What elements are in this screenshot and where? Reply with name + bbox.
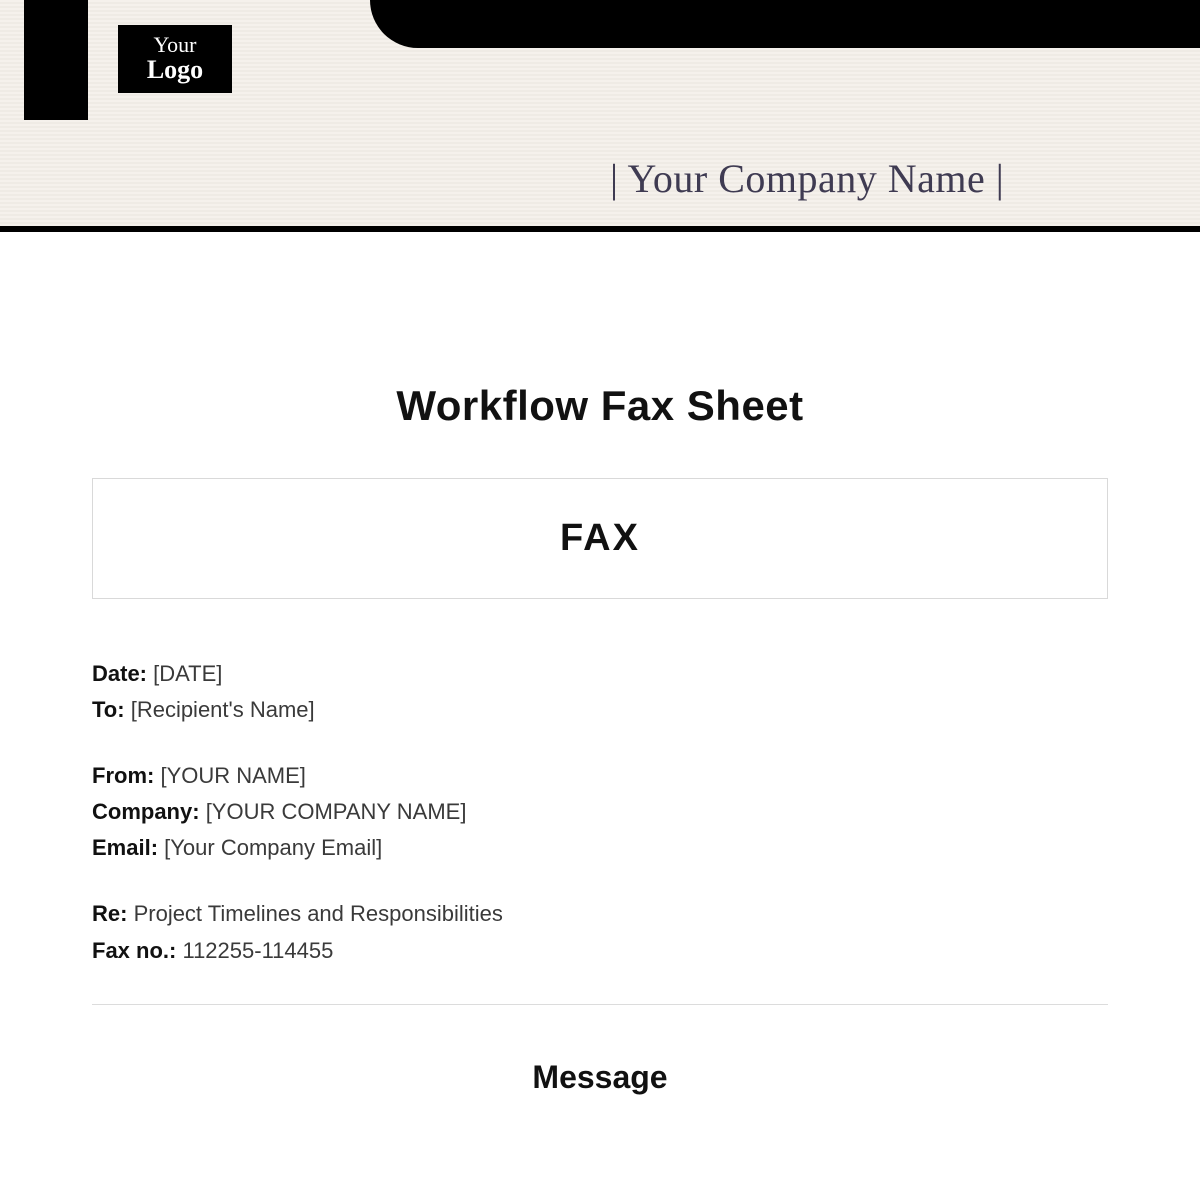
company-label: Company:: [92, 799, 200, 824]
recipient-block: Date: [DATE] To: [Recipient's Name]: [92, 657, 1108, 727]
faxno-label: Fax no.:: [92, 938, 176, 963]
subject-block: Re: Project Timelines and Responsibiliti…: [92, 897, 1108, 967]
from-label: From:: [92, 763, 154, 788]
re-row: Re: Project Timelines and Responsibiliti…: [92, 897, 1108, 931]
email-value-text: [Your Company Email]: [164, 835, 382, 860]
header-gap: [0, 232, 1200, 262]
company-name-placeholder: | Your Company Name |: [610, 155, 1004, 202]
fax-sheet-page: Your Logo | Your Company Name | Workflow…: [0, 0, 1200, 1200]
logo-text-line1: Your: [118, 33, 232, 56]
letterhead-band: Your Logo | Your Company Name |: [0, 0, 1200, 232]
date-row: Date: [DATE]: [92, 657, 1108, 691]
faxno-value-text: 112255-114455: [182, 938, 333, 963]
re-value-text: Project Timelines and Responsibilities: [134, 901, 503, 926]
re-label: Re:: [92, 901, 127, 926]
fields-section: Date: [DATE] To: [Recipient's Name] From…: [92, 657, 1108, 968]
message-heading: Message: [92, 1059, 1108, 1096]
from-value-text: [YOUR NAME]: [160, 763, 305, 788]
company-row: Company: [YOUR COMPANY NAME]: [92, 795, 1108, 829]
to-row: To: [Recipient's Name]: [92, 693, 1108, 727]
sender-block: From: [YOUR NAME] Company: [YOUR COMPANY…: [92, 759, 1108, 865]
logo-black-bar: [24, 0, 88, 120]
email-label: Email:: [92, 835, 158, 860]
fax-heading-box: FAX: [92, 478, 1108, 599]
faxno-row: Fax no.: 112255-114455: [92, 934, 1108, 968]
from-row: From: [YOUR NAME]: [92, 759, 1108, 793]
to-value-text: [Recipient's Name]: [131, 697, 315, 722]
document-body: Workflow Fax Sheet FAX Date: [DATE] To: …: [0, 262, 1200, 1096]
logo-text-line2: Logo: [118, 56, 232, 83]
company-value-text: [YOUR COMPANY NAME]: [206, 799, 467, 824]
to-label: To:: [92, 697, 125, 722]
header-black-tab: [370, 0, 1200, 48]
email-row: Email: [Your Company Email]: [92, 831, 1108, 865]
date-value-text: [DATE]: [153, 661, 222, 686]
section-divider: [92, 1004, 1108, 1005]
logo-placeholder: Your Logo: [118, 25, 232, 93]
document-title: Workflow Fax Sheet: [92, 382, 1108, 430]
date-label: Date:: [92, 661, 147, 686]
